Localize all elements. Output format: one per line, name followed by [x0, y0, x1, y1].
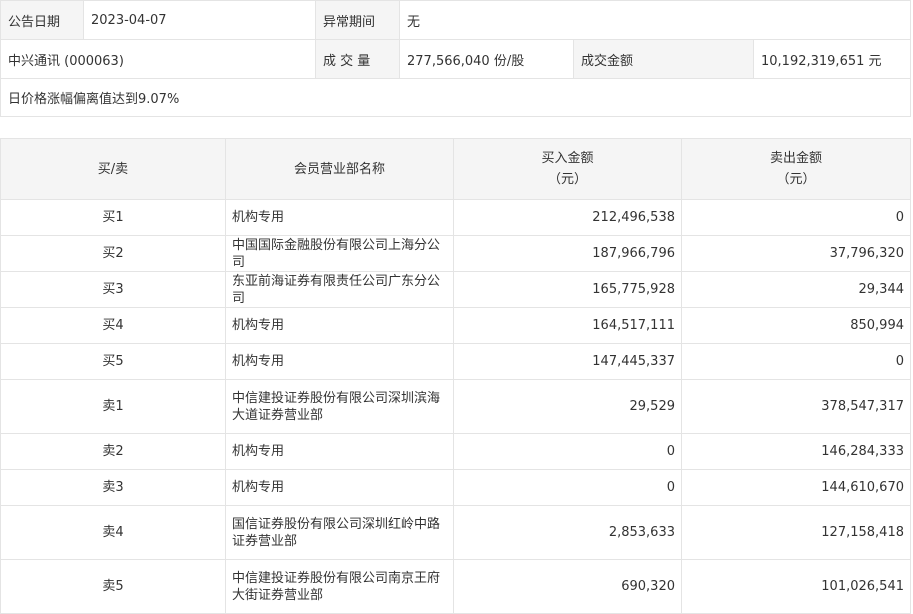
side-cell: 卖3 [0, 469, 226, 506]
table-row: 卖4 国信证券股份有限公司深圳红岭中路证券营业部 2,853,633 127,158,… [0, 505, 911, 560]
sell-amount-cell: 0 [681, 199, 911, 236]
announcement-info-table: 公告日期 2023-04-07 异常期间 无 中兴通讯 (000063) 成 交… [0, 0, 912, 117]
sell-amount-cell: 0 [681, 343, 911, 380]
member-name-cell: 中国国际金融股份有限公司上海分公司 [225, 235, 454, 272]
amount-label: 成交金额 [573, 39, 754, 79]
announce-date-label: 公告日期 [0, 0, 84, 40]
info-row-reason: 日价格涨幅偏离值达到9.07% [0, 78, 912, 117]
side-cell: 卖5 [0, 559, 226, 614]
table-row: 买5 机构专用 147,445,337 0 [0, 343, 911, 380]
sell-amount-cell: 144,610,670 [681, 469, 911, 506]
sell-amount-cell: 378,547,317 [681, 379, 911, 434]
volume-value: 277,566,040 份/股 [399, 39, 574, 79]
sell-amount-cell: 29,344 [681, 271, 911, 308]
sell-amount-cell: 850,994 [681, 307, 911, 344]
header-sell-amount: 卖出金额 （元） [681, 138, 911, 200]
buy-amount-cell: 2,853,633 [453, 505, 682, 560]
abnormal-period-label: 异常期间 [315, 0, 400, 40]
side-cell: 买2 [0, 235, 226, 272]
member-name-cell: 机构专用 [225, 307, 454, 344]
member-name-cell: 机构专用 [225, 199, 454, 236]
side-cell: 买1 [0, 199, 226, 236]
header-buy-unit: （元） [547, 172, 587, 187]
buy-amount-cell: 164,517,111 [453, 307, 682, 344]
header-buy-amount-label: 买入金额 [541, 151, 594, 166]
volume-label: 成 交 量 [315, 39, 400, 79]
table-row: 卖1 中信建投证券股份有限公司深圳滨海大道证券营业部 29,529 378,547,3… [0, 379, 911, 434]
buy-amount-cell: 0 [453, 433, 682, 470]
member-name-cell: 中信建投证券股份有限公司深圳滨海大道证券营业部 [225, 379, 454, 434]
table-row: 买1 机构专用 212,496,538 0 [0, 199, 911, 236]
header-sell-amount-label: 卖出金额 [769, 151, 822, 166]
stock-name: 中兴通讯 (000063) [0, 39, 316, 79]
amount-value: 10,192,319,651 元 [752, 39, 912, 79]
listing-reason: 日价格涨幅偏离值达到9.07% [0, 78, 912, 117]
header-buy-amount: 买入金额 （元） [453, 138, 682, 200]
side-cell: 买5 [0, 343, 226, 380]
header-side: 买/卖 [0, 138, 226, 200]
info-row-trade: 中兴通讯 (000063) 成 交 量 277,566,040 份/股 成交金额… [0, 39, 912, 79]
announce-date-value: 2023-04-07 [83, 0, 316, 40]
buy-amount-cell: 212,496,538 [453, 199, 682, 236]
sell-amount-cell: 127,158,418 [681, 505, 911, 560]
buy-amount-cell: 187,966,796 [453, 235, 682, 272]
trading-seats-table: 买/卖 会员营业部名称 买入金额 （元） 卖出金额 （元） 买1 机构专用 212,… [0, 138, 911, 614]
side-cell: 卖1 [0, 379, 226, 434]
buy-amount-cell: 147,445,337 [453, 343, 682, 380]
side-cell: 卖2 [0, 433, 226, 470]
member-name-cell: 机构专用 [225, 343, 454, 380]
buy-amount-cell: 690,320 [453, 559, 682, 614]
table-row: 卖5 中信建投证券股份有限公司南京王府大街证券营业部 690,320 101,026,… [0, 559, 911, 614]
table-row: 卖2 机构专用 0 146,284,333 [0, 433, 911, 470]
table-header-row: 买/卖 会员营业部名称 买入金额 （元） 卖出金额 （元） [0, 138, 911, 200]
buy-amount-cell: 0 [453, 469, 682, 506]
info-row-date: 公告日期 2023-04-07 异常期间 无 [0, 0, 912, 40]
table-row: 买4 机构专用 164,517,111 850,994 [0, 307, 911, 344]
member-name-cell: 中信建投证券股份有限公司南京王府大街证券营业部 [225, 559, 454, 614]
table-row: 买2 中国国际金融股份有限公司上海分公司 187,966,796 37,796,320 [0, 235, 911, 272]
side-cell: 买3 [0, 271, 226, 308]
member-name-cell: 东亚前海证券有限责任公司广东分公司 [225, 271, 454, 308]
header-member: 会员营业部名称 [225, 138, 454, 200]
sell-amount-cell: 146,284,333 [681, 433, 911, 470]
side-cell: 买4 [0, 307, 226, 344]
table-row: 买3 东亚前海证券有限责任公司广东分公司 165,775,928 29,344 [0, 271, 911, 308]
table-row: 卖3 机构专用 0 144,610,670 [0, 469, 911, 506]
buy-amount-cell: 165,775,928 [453, 271, 682, 308]
header-sell-unit: （元） [776, 172, 816, 187]
sell-amount-cell: 37,796,320 [681, 235, 911, 272]
member-name-cell: 机构专用 [225, 469, 454, 506]
member-name-cell: 国信证券股份有限公司深圳红岭中路证券营业部 [225, 505, 454, 560]
abnormal-period-value: 无 [398, 0, 912, 40]
member-name-cell: 机构专用 [225, 433, 454, 470]
sell-amount-cell: 101,026,541 [681, 559, 911, 614]
buy-amount-cell: 29,529 [453, 379, 682, 434]
side-cell: 卖4 [0, 505, 226, 560]
